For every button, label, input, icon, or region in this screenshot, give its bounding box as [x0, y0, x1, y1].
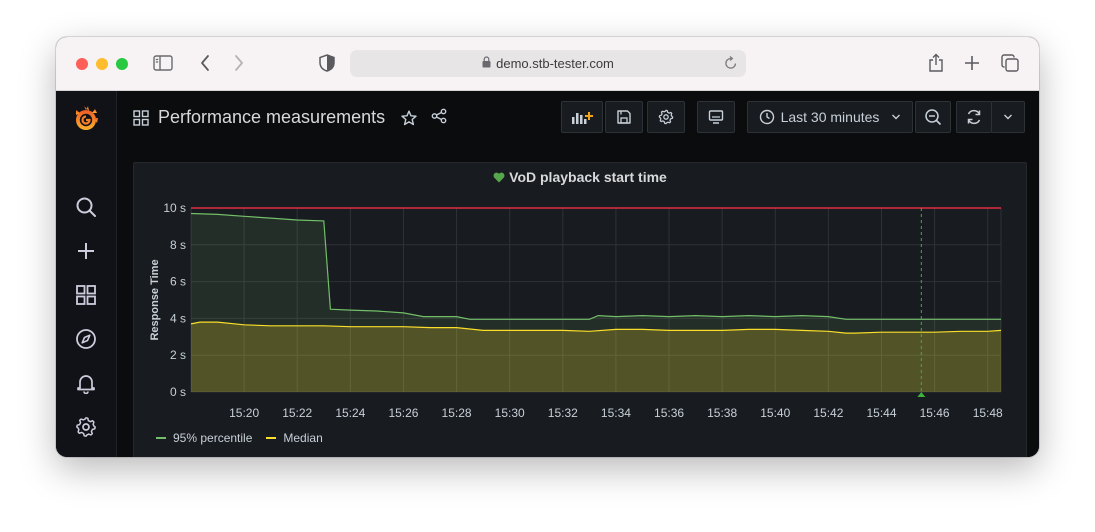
- grafana-logo[interactable]: [71, 104, 101, 134]
- x-tick-label: 15:38: [707, 406, 737, 420]
- side-menu: [56, 91, 117, 457]
- tv-mode-button[interactable]: [697, 101, 735, 133]
- x-axis: 15:20 15:22 15:24 15:26 15:28 15:30 15:32 15:34…: [229, 406, 1003, 420]
- series-fills: [191, 213, 1001, 392]
- close-window-button[interactable]: [76, 58, 88, 70]
- plus-icon[interactable]: [74, 239, 98, 263]
- browser-toolbar: demo.stb-tester.com: [56, 37, 1039, 91]
- tabs-icon[interactable]: [999, 52, 1021, 74]
- star-icon[interactable]: [401, 110, 417, 126]
- annotation-marker: [917, 392, 926, 397]
- x-tick-label: 15:24: [335, 406, 365, 420]
- add-panel-icon: [571, 109, 593, 125]
- x-tick-label: 15:40: [760, 406, 790, 420]
- y-tick-label: 6 s: [170, 275, 186, 289]
- x-tick-label: 15:28: [442, 406, 472, 420]
- x-tick-label: 15:36: [654, 406, 684, 420]
- x-tick-label: 15:30: [495, 406, 525, 420]
- gear-icon[interactable]: [74, 415, 98, 439]
- chart-legend: 95% percentile Median: [156, 431, 337, 445]
- dashboard-settings-button[interactable]: [647, 101, 685, 133]
- x-tick-label: 15:20: [229, 406, 259, 420]
- y-axis: 0 s 2 s 4 s 6 s 8 s 10 s: [163, 201, 186, 399]
- x-tick-label: 15:26: [388, 406, 418, 420]
- dashboard-area: Performance measurements Last 30 minutes…: [117, 91, 1039, 457]
- save-dashboard-button[interactable]: [605, 101, 643, 133]
- refresh-interval-dropdown[interactable]: [991, 101, 1025, 133]
- minimize-window-button[interactable]: [96, 58, 108, 70]
- address-bar[interactable]: demo.stb-tester.com: [350, 50, 746, 77]
- settings-icon: [658, 109, 674, 125]
- sidebar-toggle-icon[interactable]: [152, 52, 174, 74]
- browser-window: demo.stb-tester.com Performance measurem…: [56, 37, 1039, 457]
- y-tick-label: 8 s: [170, 238, 186, 252]
- add-panel-button[interactable]: [561, 101, 603, 133]
- legend-label: Median: [283, 431, 323, 445]
- y-tick-label: 4 s: [170, 311, 186, 325]
- new-tab-icon[interactable]: [961, 52, 983, 74]
- back-icon[interactable]: [194, 52, 216, 74]
- dashboards-icon[interactable]: [133, 109, 149, 126]
- legend-label: 95% percentile: [173, 431, 253, 445]
- x-tick-label: 15:42: [813, 406, 843, 420]
- share-icon[interactable]: [431, 108, 447, 124]
- zoom-out-icon: [924, 108, 942, 126]
- x-tick-label: 15:34: [601, 406, 631, 420]
- y-tick-label: 2 s: [170, 348, 186, 362]
- dashboards-icon[interactable]: [74, 283, 98, 307]
- line-chart[interactable]: 0 s 2 s 4 s 6 s 8 s 10 s 15:20 15:22 15:24 15:26…: [134, 163, 1026, 425]
- x-tick-label: 15:46: [920, 406, 950, 420]
- bell-icon[interactable]: [74, 371, 98, 395]
- legend-item-median[interactable]: Median: [266, 431, 323, 445]
- share-icon[interactable]: [925, 52, 947, 74]
- compass-icon[interactable]: [74, 327, 98, 351]
- forward-icon[interactable]: [228, 52, 250, 74]
- x-tick-label: 15:22: [282, 406, 312, 420]
- legend-item-p95[interactable]: 95% percentile: [156, 431, 252, 445]
- clock-icon: [759, 109, 775, 125]
- refresh-icon: [965, 108, 983, 126]
- x-tick-label: 15:48: [973, 406, 1003, 420]
- reload-icon[interactable]: [724, 55, 738, 74]
- dashboard-header: Performance measurements: [133, 107, 447, 128]
- x-tick-label: 15:44: [866, 406, 896, 420]
- graph-panel[interactable]: VoD playback start time 0 s2 s4 s6 s8 s1…: [133, 162, 1027, 457]
- shield-icon[interactable]: [316, 52, 338, 74]
- lock-icon: [482, 56, 491, 71]
- zoom-out-button[interactable]: [915, 101, 951, 133]
- tv-mode-icon: [708, 109, 724, 125]
- save-icon: [616, 109, 632, 125]
- y-tick-label: 0 s: [170, 385, 186, 399]
- time-range-label: Last 30 minutes: [780, 109, 880, 125]
- time-picker-button[interactable]: Last 30 minutes: [747, 101, 913, 133]
- refresh-button[interactable]: [956, 101, 992, 133]
- url-text: demo.stb-tester.com: [496, 56, 614, 71]
- legend-swatch: [266, 437, 277, 439]
- legend-swatch: [156, 437, 166, 439]
- zoom-window-button[interactable]: [116, 58, 128, 70]
- y-tick-label: 10 s: [163, 201, 186, 215]
- chevron-down-icon: [891, 113, 901, 121]
- page-title[interactable]: Performance measurements: [158, 107, 385, 128]
- x-tick-label: 15:32: [548, 406, 578, 420]
- chevron-down-icon: [1003, 113, 1013, 121]
- search-icon[interactable]: [74, 195, 98, 219]
- y-axis-label: Response Time: [149, 259, 161, 340]
